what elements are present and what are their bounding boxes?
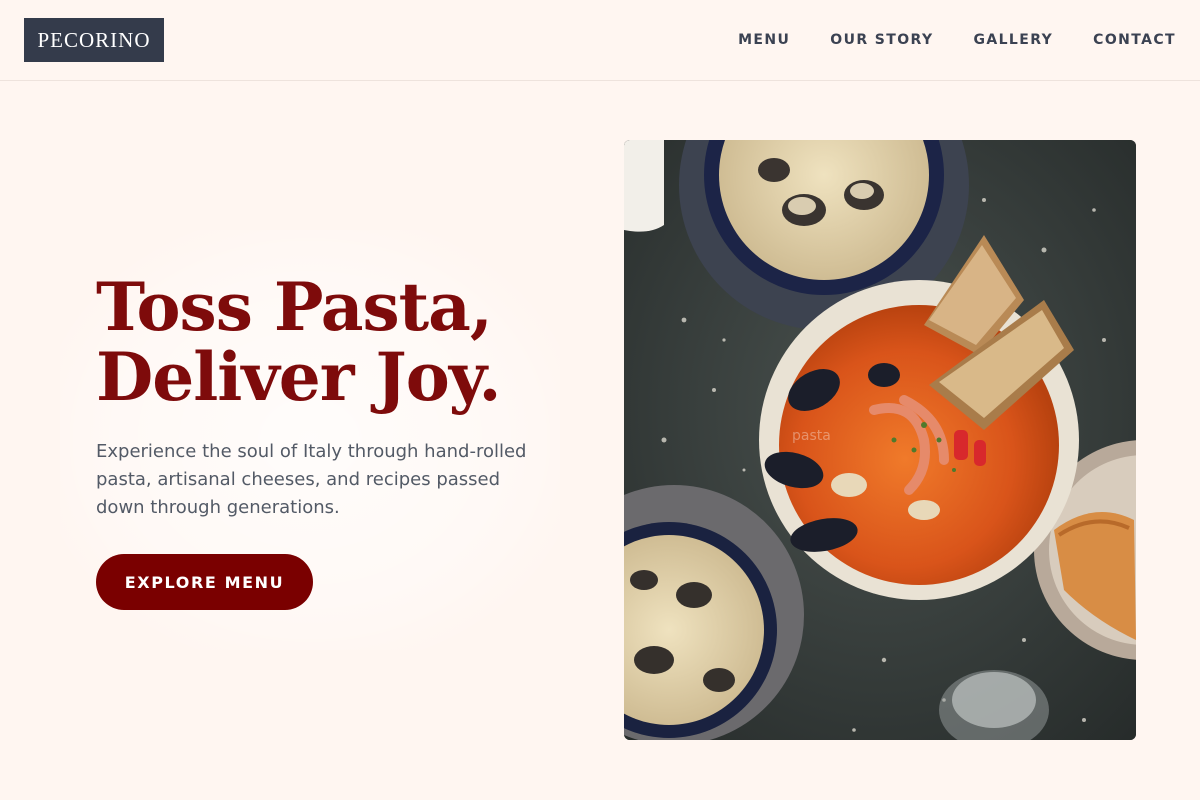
- brand-name: PECORINO: [37, 27, 151, 52]
- hero-title-line-1: Toss Pasta,: [96, 268, 493, 346]
- hero-photo: pasta: [624, 140, 1136, 740]
- nav-item-our-story[interactable]: OUR STORY: [830, 32, 933, 48]
- nav-item-gallery[interactable]: GALLERY: [973, 32, 1053, 48]
- hero-title: Toss Pasta, Deliver Joy.: [96, 272, 576, 412]
- nav-item-menu[interactable]: MENU: [738, 32, 790, 48]
- photo-overlay-text: pasta: [792, 428, 831, 444]
- brand-logo[interactable]: PECORINO: [24, 18, 164, 62]
- explore-menu-button[interactable]: EXPLORE MENU: [96, 554, 313, 610]
- seafood-pasta-image: [624, 140, 1136, 740]
- site-header: PECORINO MENU OUR STORY GALLERY CONTACT: [0, 0, 1200, 81]
- hero-title-line-2: Deliver Joy.: [96, 338, 501, 416]
- main-nav: MENU OUR STORY GALLERY CONTACT: [738, 0, 1176, 80]
- nav-item-contact[interactable]: CONTACT: [1093, 32, 1176, 48]
- hero-subtitle: Experience the soul of Italy through han…: [96, 441, 527, 518]
